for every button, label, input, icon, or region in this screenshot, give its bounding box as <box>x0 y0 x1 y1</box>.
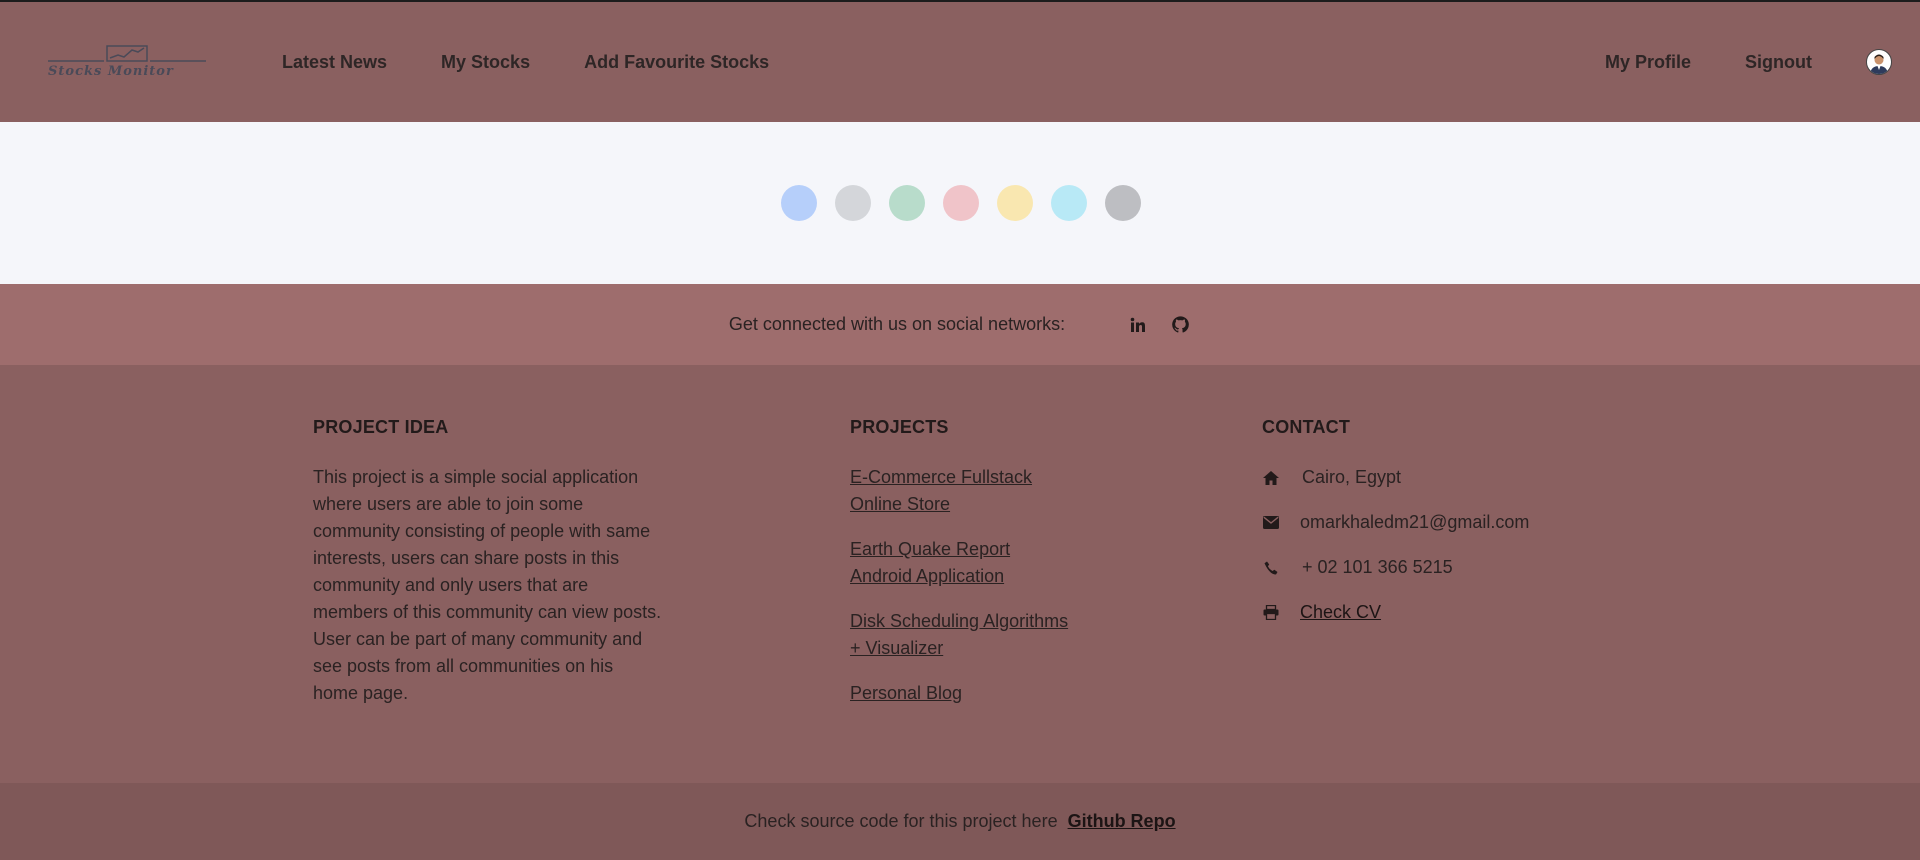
copyright-bar: Check source code for this project here … <box>0 783 1920 860</box>
home-icon <box>1262 469 1280 487</box>
contact-title: CONTACT <box>1262 417 1351 437</box>
projects-title: PROJECTS <box>850 417 949 437</box>
project-idea-text: This project is a simple social applicat… <box>313 467 662 622</box>
envelope-icon <box>1262 514 1280 532</box>
address-text: Cairo, Egypt <box>1302 467 1402 487</box>
loading-section <box>0 122 1920 284</box>
project-link-disk-scheduling[interactable]: Disk Scheduling Algorithms + Visualizer <box>850 608 1075 662</box>
projects-column: PROJECTS E-Commerce Fullstack Online Sto… <box>850 417 1110 725</box>
navbar: Stocks Monitor Latest News My Stocks Add… <box>0 2 1920 122</box>
social-bar: Get connected with us on social networks… <box>0 284 1920 365</box>
contact-column: CONTACT Cairo, Egypt omarkhaledm21@gmail… <box>1262 417 1582 644</box>
loading-dot <box>889 185 925 221</box>
avatar[interactable] <box>1866 49 1892 75</box>
nav-my-stocks[interactable]: My Stocks <box>441 52 530 73</box>
nav-signout[interactable]: Signout <box>1745 52 1812 73</box>
loading-dots <box>781 185 1141 221</box>
logo-text: Stocks Monitor <box>48 64 174 79</box>
project-link-ecommerce[interactable]: E-Commerce Fullstack Online Store <box>850 464 1035 518</box>
contact-address: Cairo, Egypt <box>1262 464 1582 491</box>
phone-text[interactable]: + 02 101 366 5215 <box>1302 557 1453 578</box>
loading-dot <box>1105 185 1141 221</box>
project-idea-text-2: User can be part of many community and s… <box>313 629 643 703</box>
project-link-earthquake[interactable]: Earth Quake Report Android Application <box>850 536 1030 590</box>
phone-icon <box>1262 559 1280 577</box>
main-nav: Latest News My Stocks Add Favourite Stoc… <box>282 52 823 73</box>
nav-latest-news[interactable]: Latest News <box>282 52 387 73</box>
logo[interactable]: Stocks Monitor <box>46 42 208 82</box>
loading-dot <box>1051 185 1087 221</box>
nav-my-profile[interactable]: My Profile <box>1605 52 1691 73</box>
project-idea-title: PROJECT IDEA <box>313 417 449 437</box>
loading-dot <box>781 185 817 221</box>
loading-dot <box>943 185 979 221</box>
project-link-personal-blog[interactable]: Personal Blog <box>850 680 1110 707</box>
nav-add-favourite-stocks[interactable]: Add Favourite Stocks <box>584 52 769 73</box>
contact-cv: Check CV <box>1262 599 1582 626</box>
project-idea-column: PROJECT IDEA This project is a simple so… <box>313 417 663 707</box>
github-icon[interactable] <box>1170 315 1190 335</box>
user-nav: My Profile Signout <box>1605 2 1892 122</box>
loading-dot <box>997 185 1033 221</box>
linkedin-icon[interactable] <box>1128 315 1148 335</box>
loading-dot <box>835 185 871 221</box>
contact-email: omarkhaledm21@gmail.com <box>1262 509 1582 536</box>
user-avatar-icon <box>1870 54 1888 74</box>
footer: PROJECT IDEA This project is a simple so… <box>0 365 1920 783</box>
check-cv-link[interactable]: Check CV <box>1300 602 1381 623</box>
print-icon <box>1262 604 1280 622</box>
github-repo-link[interactable]: Github Repo <box>1068 811 1176 832</box>
source-code-text: Check source code for this project here <box>744 811 1058 831</box>
contact-phone: + 02 101 366 5215 <box>1262 554 1582 581</box>
social-text: Get connected with us on social networks… <box>728 314 1066 334</box>
email-text[interactable]: omarkhaledm21@gmail.com <box>1300 512 1529 533</box>
